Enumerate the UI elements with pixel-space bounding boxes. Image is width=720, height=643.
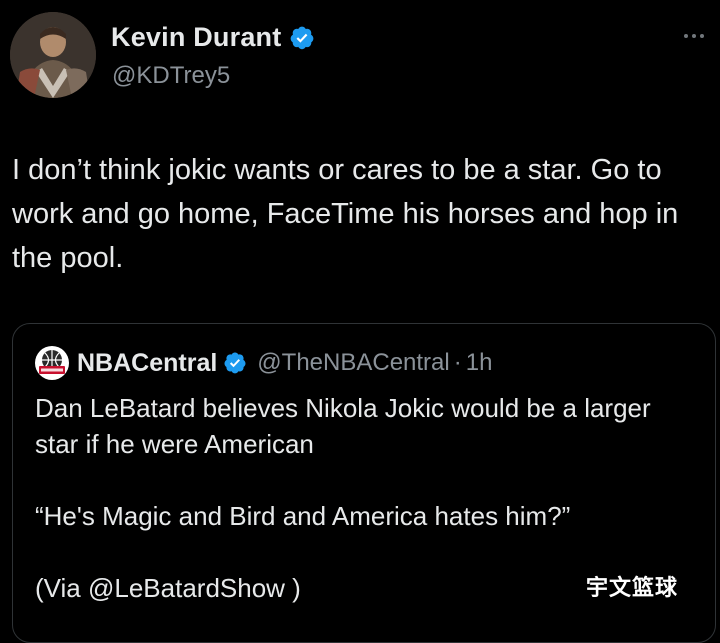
quoted-tweet-header: NBACentral @TheNBACentral · 1h <box>35 346 492 380</box>
more-dots-icon[interactable] <box>676 26 712 46</box>
separator-dot: · <box>453 349 462 376</box>
more-dot <box>692 34 696 38</box>
quoted-author-name[interactable]: NBACentral <box>77 349 217 378</box>
author-avatar-image <box>10 12 96 98</box>
watermark: 宇文篮球 <box>586 576 679 601</box>
author-name-row: Kevin Durant <box>111 22 315 53</box>
verified-badge-icon <box>291 26 314 49</box>
author-handle[interactable]: @KDTrey5 <box>112 62 230 90</box>
author-avatar[interactable] <box>10 12 96 98</box>
quoted-tweet-time[interactable]: 1h <box>466 349 493 377</box>
quoted-author-avatar[interactable] <box>35 346 69 380</box>
more-dot <box>700 34 704 38</box>
quoted-tweet-line: Dan LeBatard believes Nikola Jokic would… <box>35 393 651 459</box>
quoted-tweet-line: “He's Magic and Bird and America hates h… <box>35 501 571 531</box>
verified-badge-icon <box>224 352 246 374</box>
tweet[interactable]: Kevin Durant @KDTrey5 I don’t think joki… <box>0 0 720 643</box>
author-name[interactable]: Kevin Durant <box>111 22 281 53</box>
more-dot <box>684 34 688 38</box>
tweet-text: I don’t think jokic wants or cares to be… <box>12 154 679 274</box>
quoted-author-handle[interactable]: @TheNBACentral <box>257 349 449 377</box>
nba-central-logo-icon <box>36 347 68 379</box>
